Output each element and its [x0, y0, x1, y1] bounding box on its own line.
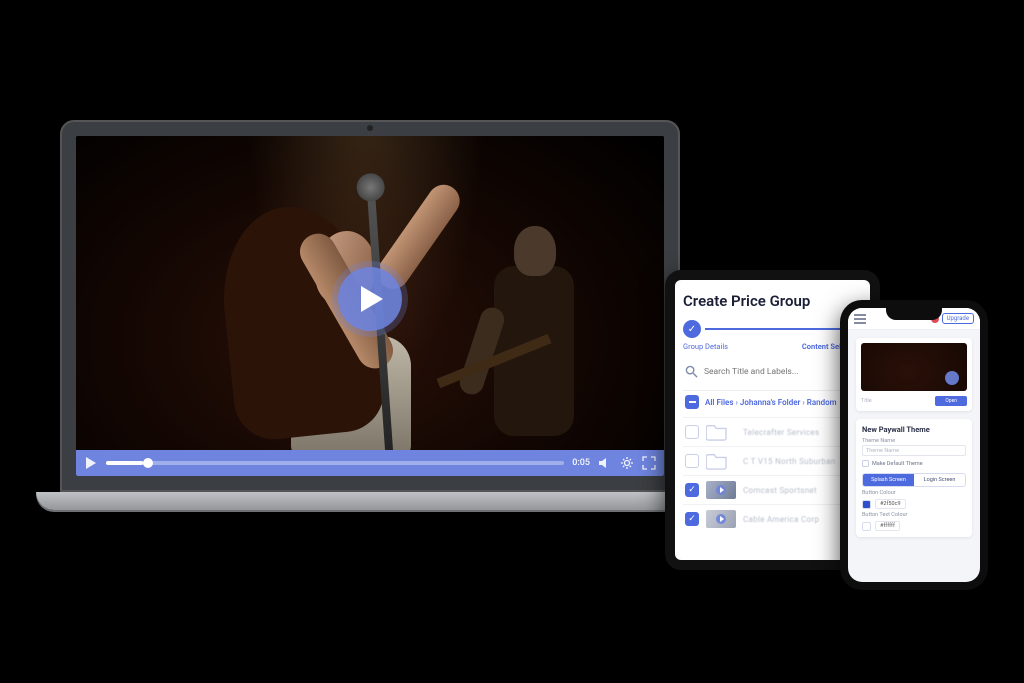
page-title: Create Price Group	[683, 292, 862, 310]
field-label: Button Colour	[862, 490, 966, 496]
menu-icon[interactable]	[854, 314, 866, 324]
seek-bar[interactable]	[106, 461, 564, 465]
video-player[interactable]: 0:05	[76, 136, 664, 476]
step-1-dot[interactable]	[683, 320, 701, 338]
preview-video[interactable]	[861, 343, 967, 391]
play-small-icon[interactable]	[84, 456, 98, 470]
laptop-base	[36, 492, 704, 510]
phone-notch	[886, 308, 942, 320]
phone-screen: Upgrade Title Open New Paywall Theme The…	[848, 308, 980, 582]
stepper: 2	[683, 320, 862, 338]
fullscreen-icon[interactable]	[642, 456, 656, 470]
video-thumb	[706, 510, 736, 528]
row-label: Comcast Sportsnet	[743, 486, 817, 495]
seg-splash[interactable]: Splash Screen	[863, 474, 914, 486]
section-title: New Paywall Theme	[862, 425, 966, 434]
row-label: Cable America Corp	[743, 515, 819, 524]
step-1-label: Group Details	[683, 342, 728, 351]
play-icon	[361, 286, 383, 312]
settings-icon[interactable]	[620, 456, 634, 470]
preview-title: Title	[861, 398, 931, 404]
search-input[interactable]	[704, 367, 860, 377]
row-checkbox[interactable]	[685, 425, 699, 439]
preview-card: Title Open	[856, 338, 972, 411]
camera-icon	[367, 125, 373, 131]
preview-open-button[interactable]: Open	[935, 396, 967, 406]
row-label: C T V15 North Suburban	[743, 457, 836, 466]
list-row[interactable]: ✓ Comcast Sportsnet	[683, 475, 862, 504]
video-controls: 0:05	[76, 450, 664, 476]
list-row[interactable]: C T V15 North Suburban	[683, 446, 862, 475]
list-row[interactable]: Telecrafter Services	[683, 417, 862, 446]
theme-form: New Paywall Theme Theme Name Theme Name …	[856, 419, 972, 537]
laptop-device: 0:05	[60, 120, 680, 510]
time-display: 0:05	[572, 458, 590, 468]
colour-hex[interactable]: #2f50c9	[875, 499, 906, 509]
default-theme-checkbox[interactable]: Make Default Theme	[862, 460, 966, 467]
colour-hex[interactable]: #ffffff	[875, 521, 900, 531]
phone-device: Upgrade Title Open New Paywall Theme The…	[840, 300, 988, 590]
field-label: Theme Name	[862, 438, 966, 444]
field-label: Button Text Colour	[862, 512, 966, 518]
seg-login[interactable]: Login Screen	[914, 474, 965, 486]
row-label: Telecrafter Services	[743, 428, 819, 437]
row-checkbox[interactable]: ✓	[685, 512, 699, 526]
row-checkbox[interactable]	[685, 454, 699, 468]
row-checkbox[interactable]: ✓	[685, 483, 699, 497]
step-labels: Group Details Content Selection	[683, 342, 862, 351]
select-all-checkbox[interactable]	[685, 395, 699, 409]
folder-icon	[706, 423, 736, 441]
search-icon	[685, 365, 698, 378]
theme-name-input[interactable]: Theme Name	[862, 445, 966, 456]
volume-icon[interactable]	[598, 456, 612, 470]
list-row[interactable]: ✓ Cable America Corp	[683, 504, 862, 533]
colour-swatch[interactable]	[862, 500, 871, 509]
breadcrumb[interactable]: All Files›Johanna's Folder›Random	[705, 398, 837, 407]
upgrade-button[interactable]: Upgrade	[942, 313, 974, 324]
laptop-bezel: 0:05	[60, 120, 680, 492]
step-line	[705, 328, 840, 330]
screen-segmented[interactable]: Splash Screen Login Screen	[862, 473, 966, 487]
video-thumb	[706, 481, 736, 499]
breadcrumb-row: All Files›Johanna's Folder›Random	[683, 390, 862, 417]
folder-icon	[706, 452, 736, 470]
play-button[interactable]	[338, 267, 402, 331]
search-container	[683, 361, 862, 382]
colour-swatch[interactable]	[862, 522, 871, 531]
